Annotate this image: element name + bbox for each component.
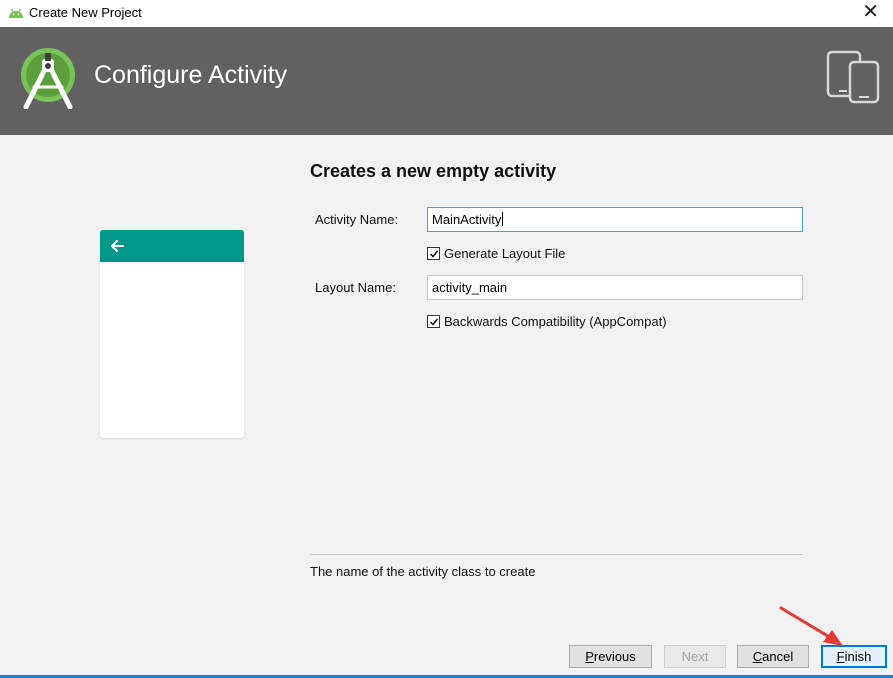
window-titlebar: Create New Project ✕ bbox=[0, 0, 893, 27]
android-icon bbox=[8, 6, 24, 24]
activity-name-label: Activity Name: bbox=[315, 212, 399, 227]
preview-appbar bbox=[100, 230, 244, 262]
next-button[interactable]: Next bbox=[664, 645, 726, 668]
finish-button[interactable]: Finish bbox=[821, 645, 887, 668]
annotation-arrow-icon bbox=[779, 606, 843, 646]
previous-button[interactable]: Previous bbox=[569, 645, 652, 668]
hint-divider bbox=[310, 554, 803, 555]
form-heading: Creates a new empty activity bbox=[310, 161, 557, 181]
backwards-compat-checkbox[interactable]: Backwards Compatibility (AppCompat) bbox=[427, 314, 667, 329]
generate-layout-checkbox[interactable]: Generate Layout File bbox=[427, 246, 565, 261]
devices-icon bbox=[826, 50, 880, 109]
close-window-button[interactable]: ✕ bbox=[862, 2, 879, 22]
activity-name-value: MainActivity bbox=[432, 212, 502, 227]
cancel-button[interactable]: Cancel bbox=[737, 645, 809, 668]
backwards-compat-label: Backwards Compatibility (AppCompat) bbox=[444, 314, 667, 329]
checkbox-checked-icon[interactable] bbox=[427, 247, 440, 260]
android-studio-logo-icon bbox=[20, 47, 76, 114]
checkbox-checked-icon[interactable] bbox=[427, 315, 440, 328]
layout-name-value: activity_main bbox=[432, 280, 508, 295]
field-hint: The name of the activity class to create bbox=[310, 564, 536, 579]
window-title: Create New Project bbox=[29, 5, 142, 20]
activity-name-input[interactable]: MainActivity bbox=[427, 207, 803, 232]
layout-name-input[interactable]: activity_main bbox=[427, 275, 803, 300]
text-caret bbox=[502, 212, 504, 226]
page-title: Configure Activity bbox=[94, 61, 288, 89]
header-banner: Configure Activity bbox=[0, 27, 893, 135]
activity-preview bbox=[100, 230, 244, 438]
layout-name-label: Layout Name: bbox=[315, 280, 396, 295]
arrow-left-icon bbox=[109, 238, 125, 259]
generate-layout-label: Generate Layout File bbox=[444, 246, 566, 261]
